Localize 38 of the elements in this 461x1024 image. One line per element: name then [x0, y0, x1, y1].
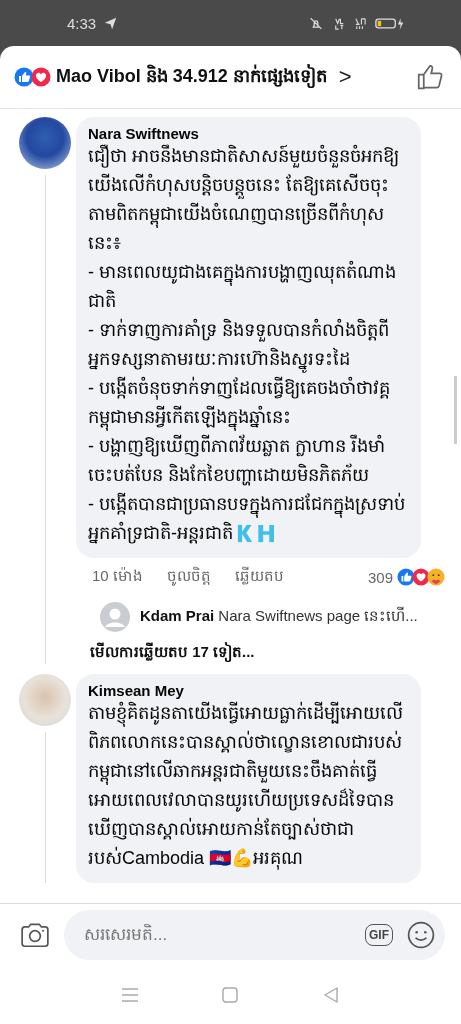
like-button[interactable]	[415, 62, 445, 92]
status-time: 4:33	[67, 14, 97, 32]
comment-input-field[interactable]: សរសេរមតិ... GIF	[64, 910, 445, 960]
like-link[interactable]: ចូលចិត្ត	[166, 566, 211, 588]
reply-preview[interactable]: Kdam Prai Nara Swiftnews page នេះហើ...	[140, 606, 418, 628]
like-reaction-icon	[397, 568, 415, 586]
comment-time: 10 ម៉ោង	[92, 566, 143, 586]
reactions-summary[interactable]: Mao Vibol និង 34.912 នាក់ផ្សេងទៀត >	[14, 63, 415, 91]
smiley-icon[interactable]	[407, 921, 435, 949]
comment-author[interactable]: Nara Swiftnews	[88, 125, 409, 142]
more-replies-link[interactable]: មើលការឆ្លើយតប 17 ទៀត...	[90, 642, 255, 664]
comment-text: - បង្ហាញឱ្យឃើញពីភាពវ័យឆ្លាត ក្លាហាន រឹងមាំចេះបត់បែន និងកែខៃបញ្ហាដោយមិនភិតភ័យ	[88, 433, 386, 488]
love-reaction-icon	[31, 67, 51, 87]
avatar-silhouette-icon[interactable]	[100, 602, 130, 632]
menu-icon[interactable]	[121, 987, 140, 1003]
comment-text: - ទាក់ទាញការគាំទ្រ និងទទួលបានកំលាំងចិត្តពីអ្នកទស្សនាតាមរយៈការហ៊ោនិងស្នូរទះដៃ	[88, 316, 409, 374]
home-square-icon[interactable]	[221, 987, 240, 1003]
hug-emoji-icon	[427, 568, 445, 586]
comment-text: តាមខ្ញុំគិតដូនតាយើងធ្វើអោយធ្លាក់ដើម្បីអោយលើពិភពលោកនេះបានស្គាល់ថាល្ខោនខោលជារបស់កម្ពុជានៅលើឆាកអន្តរជាតិមួយនេះចឹងគាត់ធ្វើអោយពេលវេលាបានយូរហើយប្រទេសដ៏ទៃបានឃើញបានស្គាល់អោយកាន់តែច្បាស់ថាជារបស់Cambodia 🇰🇭💪អរគុណ	[88, 700, 404, 872]
avatar-photo[interactable]	[19, 117, 71, 169]
muted-bell-icon	[307, 15, 325, 31]
thumbs-up-icon	[415, 62, 445, 92]
send-icon	[104, 15, 118, 31]
comment-text: - បង្កើតបានជាប្រធានបទក្នុងការជជែកក្នុងស្រទាប់អ្នកគាំទ្រជាតិ-អន្តរជាតិ🇰🇭	[88, 491, 406, 546]
love-reaction-icon	[412, 568, 430, 586]
comment-author[interactable]: Kimsean Mey	[88, 682, 409, 699]
reactions-text: Mao Vibol និង 34.912 នាក់ផ្សេងទៀត	[56, 63, 327, 90]
gif-button[interactable]: GIF	[365, 924, 393, 946]
chevron-icon: >	[338, 64, 352, 90]
comment-text: - បង្កើតចំនុចទាក់ទាញដែលធ្វើឱ្យគេចងចាំថាវគ្គកម្ពុជាមានអ្វីកើតឡើងក្នុងឆ្នាំនេះ	[88, 374, 409, 432]
camera-icon[interactable]	[20, 922, 50, 948]
scrollbar	[454, 376, 457, 444]
reply-link[interactable]: ឆ្លើយតប	[234, 566, 284, 588]
comment-text: - មានពេលយូជាងគេក្នុងការបង្ហាញឈុតតំណាងជាតិ	[88, 259, 397, 313]
like-reaction-icon	[14, 67, 34, 87]
reaction-count: 309	[367, 568, 393, 586]
comment-text: ជឿថា អាចនឹងមានជាតិសាសន៍មួយចំនួនចំអកឱ្យយើងលើកំហុសបន្តិចបន្តួចនេះ តែឱ្យគេសើចចុះ តាមពិតកម្ពុជាយើងចំណេញបានច្រើនពីកំហុសនេះ៖	[88, 143, 400, 255]
battery-icon	[375, 15, 405, 31]
